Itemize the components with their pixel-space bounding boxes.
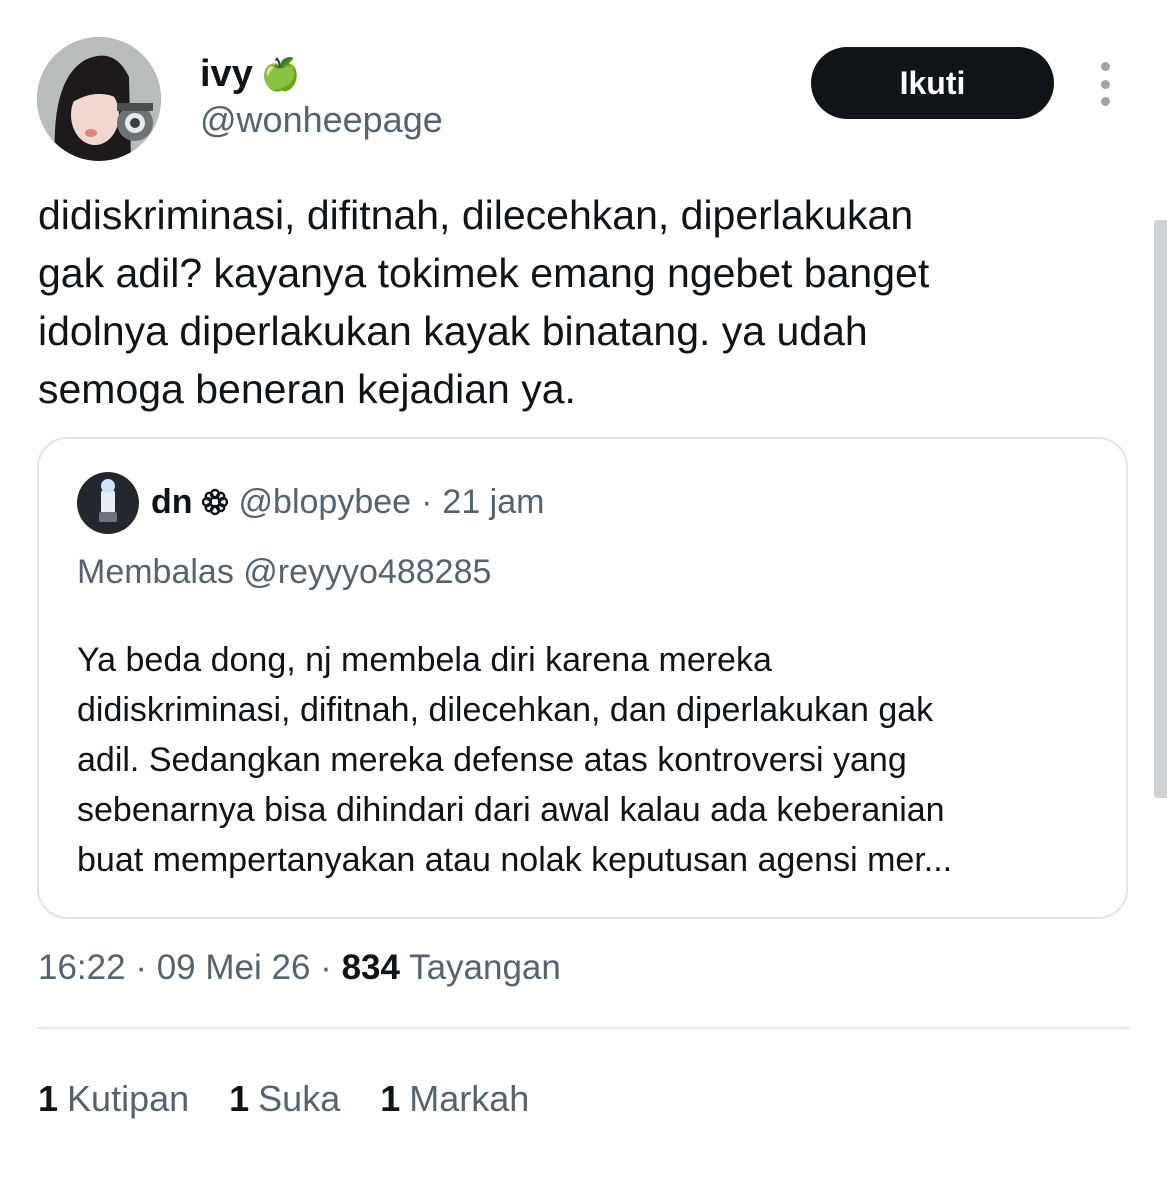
green-apple-emoji: 🍏	[260, 56, 301, 92]
flower-badge-icon	[201, 488, 229, 516]
stat-label: Markah	[409, 1078, 530, 1119]
more-dot	[1100, 79, 1110, 89]
replying-to: Membalas @reyyyo488285	[77, 553, 492, 591]
quoted-author-avatar[interactable]	[77, 472, 139, 534]
separator-dot: ·	[421, 483, 433, 521]
stat-label: Suka	[258, 1078, 341, 1119]
tweet-meta: 16:22 · 09 Mei 26 · 834 Tayangan	[38, 944, 561, 992]
more-options-icon[interactable]	[1094, 62, 1116, 106]
views-count: 834	[341, 948, 400, 987]
quoted-tweet-card[interactable]: dn @blopybee · 21 jam Membalas @reyyyo48…	[37, 437, 1128, 919]
quoted-tweet-time[interactable]: 21 jam	[442, 479, 544, 525]
stat-count: 1	[380, 1078, 401, 1119]
tweet-time[interactable]: 16:22	[38, 948, 126, 987]
author-avatar-image	[37, 37, 161, 161]
separator-dot: ·	[320, 948, 332, 987]
divider	[37, 1027, 1130, 1029]
stat-label: Kutipan	[67, 1078, 190, 1119]
quoted-avatar-image	[77, 472, 139, 534]
tweet-date[interactable]: 09 Mei 26	[157, 948, 311, 987]
author-handle[interactable]: @wonheepage	[200, 98, 443, 142]
tweet-text: didiskriminasi, difitnah, dilecehkan, di…	[38, 192, 930, 412]
engagement-stats: 1 Kutipan 1 Suka 1 Markah	[38, 1074, 569, 1124]
more-dot	[1100, 97, 1110, 106]
quoted-author-handle[interactable]: @blopybee	[239, 479, 412, 525]
follow-button[interactable]: Ikuti	[811, 47, 1054, 119]
more-dot	[1100, 62, 1110, 71]
quoted-tweet-header: dn @blopybee · 21 jam	[151, 479, 544, 525]
stat-count: 1	[229, 1078, 250, 1119]
quoted-tweet-text: Ya beda dong, nj membela diri karena mer…	[77, 641, 953, 879]
stat-likes[interactable]: 1 Suka	[229, 1074, 340, 1124]
stat-count: 1	[38, 1078, 59, 1119]
author-name-text: ivy	[200, 53, 253, 95]
author-display-name[interactable]: ivy 🍏	[200, 52, 301, 96]
stat-bookmarks[interactable]: 1 Markah	[380, 1074, 529, 1124]
author-avatar[interactable]	[37, 37, 161, 161]
scrollbar-thumb[interactable]	[1154, 220, 1167, 798]
separator-dot: ·	[135, 948, 147, 987]
views-label: Tayangan	[409, 948, 561, 987]
quoted-author-name[interactable]: dn	[151, 479, 193, 525]
stat-quotes[interactable]: 1 Kutipan	[38, 1074, 189, 1124]
